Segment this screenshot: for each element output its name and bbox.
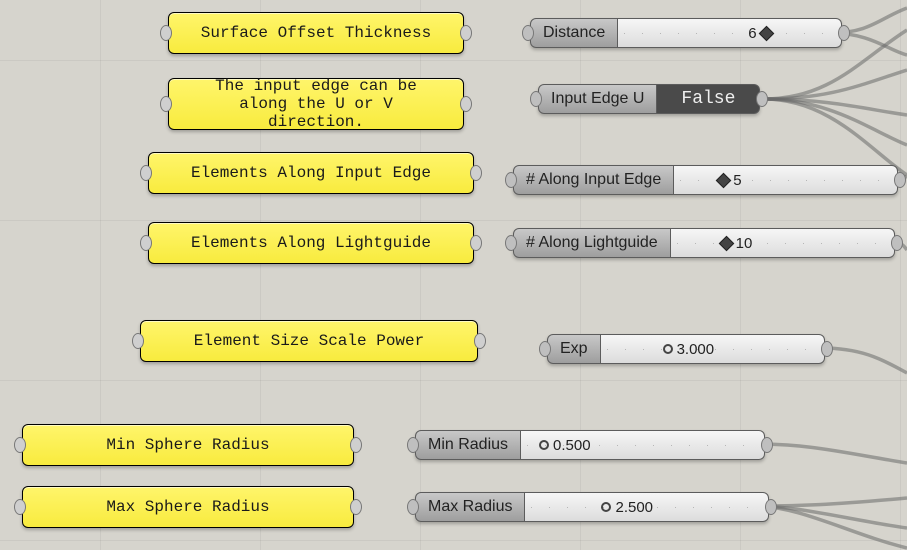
slider-label: Exp [547,334,601,364]
slider-label: # Along Input Edge [513,165,674,195]
port-out[interactable] [894,172,906,188]
slider-value: 6 [748,25,756,42]
slider-along-lightguide[interactable]: # Along Lightguide 10 [513,228,895,258]
port-out[interactable] [821,341,833,357]
ring-icon [601,502,611,512]
port-in[interactable] [505,172,517,188]
diamond-icon [758,25,774,41]
slider-along-input-edge[interactable]: # Along Input Edge 5 [513,165,898,195]
slider-label: Max Radius [415,492,525,522]
port-in[interactable] [407,437,419,453]
port-out[interactable] [838,25,850,41]
port-out[interactable] [891,235,903,251]
port-in[interactable] [522,25,534,41]
slider-label: Distance [530,18,618,48]
panel-surface-offset-thickness[interactable]: Surface Offset Thickness [168,12,464,54]
slider-distance[interactable]: Distance 6 [530,18,842,48]
toggle-label: Input Edge U [538,84,657,114]
toggle-value: False [681,89,735,109]
port-in[interactable] [530,91,542,107]
port-out[interactable] [756,91,768,107]
port-in[interactable] [505,235,517,251]
port-in[interactable] [539,341,551,357]
ring-icon [663,344,673,354]
slider-value: 5 [733,172,741,189]
diamond-icon [716,172,732,188]
slider-max-radius[interactable]: Max Radius 2.500 [415,492,769,522]
panel-input-edge-description[interactable]: The input edge can be along the U or V d… [168,78,464,130]
panel-elements-along-input-edge[interactable]: Elements Along Input Edge [148,152,474,194]
panel-max-sphere-radius[interactable]: Max Sphere Radius [22,486,354,528]
diamond-icon [718,235,734,251]
slider-min-radius[interactable]: Min Radius 0.500 [415,430,765,460]
port-out[interactable] [765,499,777,515]
port-in[interactable] [407,499,419,515]
port-out[interactable] [761,437,773,453]
toggle-input-edge-u[interactable]: Input Edge U False [538,84,760,114]
slider-value: 0.500 [553,437,591,454]
panel-elements-along-lightguide[interactable]: Elements Along Lightguide [148,222,474,264]
panel-element-size-scale-power[interactable]: Element Size Scale Power [140,320,478,362]
slider-value: 2.500 [615,499,653,516]
slider-exp[interactable]: Exp 3.000 [547,334,825,364]
panel-min-sphere-radius[interactable]: Min Sphere Radius [22,424,354,466]
slider-value: 3.000 [677,341,715,358]
slider-label: # Along Lightguide [513,228,671,258]
slider-value: 10 [736,235,753,252]
ring-icon [539,440,549,450]
slider-label: Min Radius [415,430,521,460]
